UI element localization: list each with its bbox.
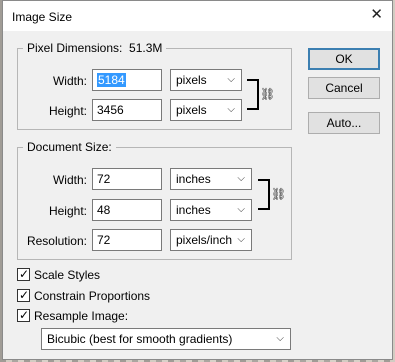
window-title: Image Size: [12, 10, 73, 24]
document-size-legend: Document Size:: [23, 140, 116, 154]
resample-image-label: Resample Image:: [34, 308, 129, 323]
scale-styles-box[interactable]: ✓: [17, 267, 30, 282]
chevron-down-icon: ⌵: [237, 204, 245, 215]
checkmark-icon: ✓: [19, 288, 30, 303]
auto-button[interactable]: Auto...: [308, 112, 380, 134]
constrain-proportions-box[interactable]: ✓: [17, 288, 30, 303]
doc-width-unit: inches: [176, 172, 211, 186]
pixel-height-unit: pixels: [176, 103, 207, 117]
scale-styles-label: Scale Styles: [34, 267, 101, 282]
pixel-height-unit-select[interactable]: pixels ⌵: [170, 99, 242, 121]
ok-button[interactable]: OK: [308, 48, 380, 70]
doc-width-input[interactable]: 72: [92, 168, 162, 190]
doc-width-value: 72: [97, 172, 111, 186]
checkmark-icon: ✓: [19, 267, 30, 282]
chevron-down-icon: ⌵: [237, 173, 245, 184]
resample-method-select[interactable]: Bicubic (best for smooth gradients) ⌵: [41, 328, 291, 350]
resolution-unit: pixels/inch: [176, 233, 233, 247]
image-size-dialog: Image Size ✕ Pixel Dimensions: 51.3M Wid…: [2, 0, 393, 360]
close-icon[interactable]: ✕: [370, 7, 383, 22]
title-bar[interactable]: Image Size ✕: [3, 1, 392, 31]
doc-height-unit-select[interactable]: inches ⌵: [170, 199, 252, 221]
pixel-dimensions-label: Pixel Dimensions:: [27, 41, 123, 55]
cancel-button[interactable]: Cancel: [308, 77, 380, 99]
chain-link-icon: ⛓: [260, 87, 276, 101]
chevron-down-icon: ⌵: [237, 234, 245, 245]
pixel-width-label: Width:: [52, 74, 87, 88]
resolution-label: Resolution:: [26, 234, 87, 248]
doc-height-unit: inches: [176, 203, 211, 217]
doc-height-value: 48: [97, 203, 111, 217]
pixel-link-bracket: [247, 79, 259, 110]
pixel-height-value: 3456: [97, 103, 124, 117]
resample-image-box[interactable]: ✓: [17, 308, 30, 323]
doc-height-input[interactable]: 48: [92, 199, 162, 221]
pixel-height-input[interactable]: 3456: [92, 99, 162, 121]
chevron-down-icon: ⌵: [227, 74, 235, 85]
pixel-dimensions-legend: Pixel Dimensions: 51.3M: [23, 41, 167, 55]
scale-styles-checkbox[interactable]: ✓ Scale Styles: [17, 266, 100, 283]
doc-link-bracket: [258, 179, 270, 210]
pixel-width-unit-select[interactable]: pixels ⌵: [170, 69, 242, 91]
constrain-proportions-checkbox[interactable]: ✓ Constrain Proportions: [17, 287, 150, 304]
constrain-proportions-label: Constrain Proportions: [34, 288, 151, 303]
resolution-unit-select[interactable]: pixels/inch ⌵: [170, 229, 252, 251]
pixel-width-unit: pixels: [176, 73, 207, 87]
resolution-input[interactable]: 72: [92, 229, 162, 251]
chevron-down-icon: ⌵: [227, 104, 235, 115]
doc-width-unit-select[interactable]: inches ⌵: [170, 168, 252, 190]
resolution-value: 72: [97, 233, 111, 247]
checkmark-icon: ✓: [19, 308, 30, 323]
resample-image-checkbox[interactable]: ✓ Resample Image:: [17, 307, 128, 324]
chevron-down-icon: ⌵: [276, 333, 284, 344]
doc-height-label: Height:: [48, 204, 87, 218]
pixel-width-value: 5184: [97, 73, 126, 87]
pixel-width-input[interactable]: 5184: [92, 69, 162, 91]
doc-width-label: Width:: [52, 173, 87, 187]
resample-method-value: Bicubic (best for smooth gradients): [47, 332, 233, 346]
pixel-dimensions-size: 51.3M: [129, 41, 163, 55]
chain-link-icon: ⛓: [271, 187, 287, 201]
pixel-height-label: Height:: [48, 104, 87, 118]
